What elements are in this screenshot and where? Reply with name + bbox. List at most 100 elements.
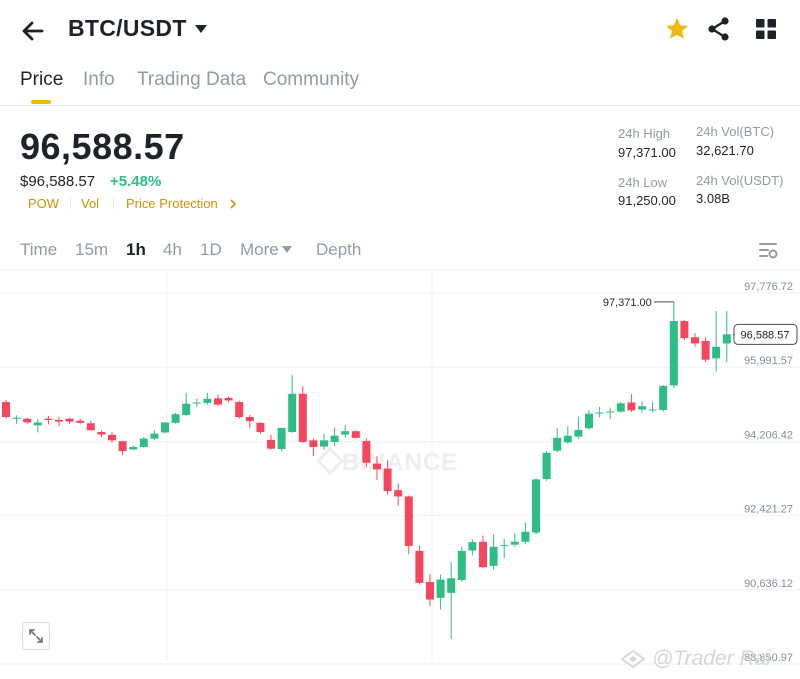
interval-bar: Time 15m 1h 4h 1D More Depth (0, 230, 800, 270)
candle-body (203, 398, 212, 403)
candle-body (12, 417, 21, 419)
tab-price[interactable]: Price (20, 69, 63, 91)
candle-body (108, 434, 116, 441)
candle-body (436, 579, 445, 598)
candle-body (500, 545, 509, 547)
top-bar: BTC/USDT (0, 0, 800, 60)
interval-time[interactable]: Time (20, 240, 57, 260)
expand-icon (29, 629, 43, 643)
vol-btc-label: 24h Vol(BTC) (696, 124, 775, 139)
caret-down-icon[interactable] (282, 246, 292, 254)
tab-info[interactable]: Info (83, 69, 115, 91)
candle-body (288, 393, 297, 433)
y-axis-tick-label: 94,206.42 (744, 429, 793, 441)
share-icon[interactable] (706, 16, 732, 42)
candle-body (585, 413, 593, 429)
tab-trading-data[interactable]: Trading Data (137, 69, 246, 91)
candle-body (648, 409, 657, 411)
high-24h-value: 97,371.00 (618, 145, 676, 160)
candle-body (182, 403, 191, 415)
expand-chart-button[interactable] (22, 622, 50, 650)
candle-body (161, 422, 169, 433)
candle-body (712, 346, 721, 359)
candle-body (415, 550, 424, 583)
candle-body (298, 393, 307, 442)
candle-body (362, 441, 371, 463)
y-axis-tick-label: 95,991.57 (744, 355, 793, 367)
candle-body (722, 334, 731, 344)
interval-4h[interactable]: 4h (163, 240, 182, 260)
candle-body (192, 402, 201, 404)
candle-body (638, 406, 646, 410)
interval-1h[interactable]: 1h (126, 240, 146, 260)
candle-body (171, 414, 180, 423)
candle-body (574, 429, 583, 437)
candle-body (468, 542, 477, 551)
candle-body (23, 418, 32, 423)
vol-usdt-label: 24h Vol(USDT) (696, 173, 784, 188)
active-tab-indicator (31, 100, 51, 104)
candle-body (256, 422, 265, 433)
depth-tab[interactable]: Depth (316, 240, 361, 260)
interval-15m[interactable]: 15m (75, 240, 108, 260)
candle-body (129, 446, 138, 450)
favorite-star-icon[interactable] (664, 16, 690, 42)
candle-body (76, 420, 85, 423)
candle-body (277, 427, 286, 450)
last-price: 96,588.57 (20, 126, 185, 167)
chart-settings-icon[interactable] (757, 239, 779, 261)
candle-body (680, 321, 689, 339)
tag-pow[interactable]: POW (28, 196, 59, 211)
candle-body (235, 402, 244, 418)
candle-body (457, 550, 466, 580)
y-axis-tick-label: 97,776.72 (744, 281, 793, 293)
chevron-right-icon[interactable] (229, 198, 237, 210)
candle-body (691, 337, 699, 344)
candle-body (447, 578, 456, 593)
candle-body (139, 438, 148, 447)
candle-body (510, 541, 519, 545)
candle-body (404, 496, 413, 546)
grid-menu-icon[interactable] (754, 17, 778, 41)
candle-body (542, 452, 551, 479)
vol-btc-value: 32,621.70 (696, 143, 754, 158)
tag-price-protection[interactable]: Price Protection (126, 196, 218, 211)
trading-pair-title[interactable]: BTC/USDT (68, 15, 187, 42)
vol-usdt-value: 3.08B (696, 191, 730, 206)
candle-body (701, 340, 710, 360)
candle-body (627, 402, 636, 411)
candle-body (33, 422, 42, 426)
candle-body (351, 431, 360, 438)
low-24h-label: 24h Low (618, 175, 668, 190)
candle-body (383, 468, 392, 492)
candle-body (320, 440, 328, 447)
max-price-label: 97,371.00 (603, 297, 652, 309)
candle-body (394, 490, 403, 497)
tag-divider (70, 197, 71, 209)
candle-body (224, 397, 233, 401)
tab-community[interactable]: Community (263, 69, 359, 91)
last-price-tag-label: 96,588.57 (741, 329, 790, 341)
tag-vol[interactable]: Vol (81, 196, 99, 211)
candle-body (44, 418, 53, 420)
candle-body (118, 441, 127, 452)
candle-body (55, 419, 63, 422)
interval-1d[interactable]: 1D (200, 240, 222, 260)
candle-body (245, 417, 254, 422)
interval-more[interactable]: More (240, 240, 279, 260)
candle-body (309, 440, 318, 447)
candle-body (553, 437, 562, 451)
binance-watermark: BINANCE (342, 449, 458, 476)
candle-body (373, 463, 381, 470)
candlestick-chart[interactable]: 97,776.72 95,991.57 94,206.42 92,421.27 90,6… (0, 271, 800, 679)
main-tabs: Price Info Trading Data Community (0, 60, 800, 106)
tag-divider (113, 197, 114, 209)
candle-body (595, 412, 604, 414)
candle-body (330, 435, 339, 442)
back-arrow-icon[interactable] (18, 16, 48, 46)
candle-body (86, 423, 95, 431)
candle-body (479, 541, 487, 568)
candle-body (606, 411, 615, 413)
caret-down-icon[interactable] (194, 24, 208, 34)
candle-body (521, 531, 530, 542)
